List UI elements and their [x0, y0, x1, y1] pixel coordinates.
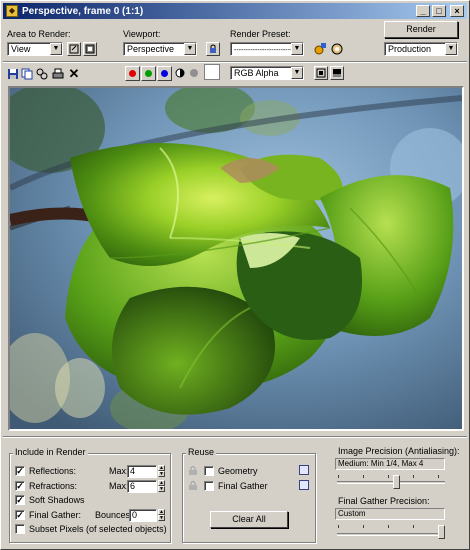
reflections-label: Reflections: — [29, 466, 77, 476]
refractions-max-label: Max: — [109, 481, 129, 491]
slider-tick — [413, 475, 414, 478]
refractions-max-input[interactable]: 6 — [127, 480, 157, 493]
window-title: Perspective, frame 0 (1:1) — [22, 5, 144, 17]
reuse-final-gather-checkbox[interactable] — [204, 481, 214, 491]
viewport-dropdown[interactable]: Perspective ▼ — [123, 42, 197, 56]
image-precision-slider[interactable] — [337, 481, 445, 484]
production-value: Production — [388, 44, 432, 54]
render-frame-window: ◆ Perspective, frame 0 (1:1) _ □ × Area … — [0, 0, 470, 550]
color-swatch[interactable] — [204, 64, 220, 80]
reflections-checkbox[interactable]: ✓ — [15, 466, 25, 476]
copy-icon[interactable] — [20, 67, 34, 81]
minimize-button[interactable]: _ — [416, 5, 430, 17]
clear-all-button[interactable]: Clear All — [210, 511, 288, 528]
chevron-down-icon: ▼ — [445, 43, 457, 55]
slider-tick — [338, 475, 339, 478]
bounces-label: Bounces: — [95, 510, 133, 520]
toolbar-divider — [3, 61, 467, 63]
render-preset-dropdown[interactable]: ----------------------------- ▼ — [230, 42, 304, 56]
bounces-input[interactable]: 0 — [129, 509, 157, 522]
display-channel-dropdown[interactable]: RGB Alpha ▼ — [230, 66, 304, 80]
image-precision-slider-thumb[interactable] — [393, 475, 400, 489]
teapot-icon: ◆ — [6, 5, 18, 17]
slider-tick — [338, 525, 339, 528]
monochrome-icon[interactable] — [187, 66, 201, 80]
environment-icon[interactable] — [330, 42, 344, 56]
red-channel-toggle[interactable] — [125, 66, 140, 81]
red-channel-icon — [129, 70, 136, 77]
clone-window-icon[interactable] — [35, 67, 49, 81]
auto-region-icon[interactable] — [83, 42, 97, 56]
area-to-render-label: Area to Render: — [7, 29, 71, 39]
rendered-image[interactable] — [8, 86, 464, 431]
soft-shadows-label: Soft Shadows — [29, 495, 85, 505]
viewport-value: Perspective — [127, 44, 175, 54]
maximize-button[interactable]: □ — [432, 5, 446, 17]
render-setup-icon[interactable] — [313, 42, 327, 56]
toggle-ui-icon[interactable] — [330, 66, 344, 80]
slider-tick — [363, 475, 364, 478]
include-in-render-title: Include in Render — [13, 447, 88, 457]
save-icon[interactable] — [6, 67, 20, 81]
slider-tick — [413, 525, 414, 528]
subset-pixels-checkbox[interactable] — [15, 524, 25, 534]
bounces-spinner[interactable]: ▲ ▼ — [158, 509, 165, 521]
edit-region-icon[interactable] — [67, 42, 81, 56]
geometry-cache-icon[interactable] — [299, 465, 309, 475]
final-gather-precision-title: Final Gather Precision: — [338, 496, 430, 506]
soft-shadows-checkbox[interactable]: ✓ — [15, 495, 25, 505]
reuse-title: Reuse — [186, 447, 217, 457]
slider-tick — [388, 525, 389, 528]
final-gather-precision-slider-thumb[interactable] — [438, 525, 445, 539]
final-gather-cache-icon[interactable] — [299, 480, 309, 490]
render-preset-label: Render Preset: — [230, 29, 291, 39]
chevron-down-icon: ▼ — [291, 67, 303, 79]
render-button[interactable]: Render — [384, 21, 458, 38]
green-channel-toggle[interactable] — [141, 66, 156, 81]
production-dropdown[interactable]: Production ▼ — [384, 42, 458, 56]
reuse-geometry-checkbox[interactable] — [204, 466, 214, 476]
refractions-checkbox[interactable]: ✓ — [15, 481, 25, 491]
leaf-photo-image — [10, 88, 462, 429]
refractions-max-spinner[interactable]: ▲ ▼ — [158, 480, 165, 492]
lock-viewport-icon[interactable] — [206, 42, 220, 56]
toggle-ui-overlay-icon[interactable] — [314, 66, 328, 80]
final-gather-precision-value: Custom — [335, 508, 445, 520]
image-precision-value: Medium: Min 1/4, Max 4 — [335, 458, 445, 470]
blue-channel-toggle[interactable] — [157, 66, 172, 81]
alpha-channel-icon[interactable] — [173, 66, 187, 80]
image-precision-title: Image Precision (Antialiasing): — [338, 446, 460, 456]
reuse-final-gather-label: Final Gather — [218, 481, 268, 491]
chevron-down-icon: ▼ — [50, 43, 62, 55]
slider-tick — [363, 525, 364, 528]
chevron-down-icon: ▼ — [184, 43, 196, 55]
refractions-label: Refractions: — [29, 481, 78, 491]
print-icon[interactable] — [51, 67, 65, 81]
slider-tick — [438, 475, 439, 478]
lock-icon — [188, 465, 198, 476]
channel-value: RGB Alpha — [234, 68, 279, 78]
reflections-max-spinner[interactable]: ▲ ▼ — [158, 465, 165, 477]
final-gather-label: Final Gather: — [29, 510, 82, 520]
viewport-label: Viewport: — [123, 29, 161, 39]
reflections-max-label: Max: — [109, 466, 129, 476]
reflections-max-input[interactable]: 4 — [127, 465, 157, 478]
slider-tick — [388, 475, 389, 478]
final-gather-checkbox[interactable]: ✓ — [15, 510, 25, 520]
panel-divider — [3, 436, 467, 438]
clear-icon[interactable]: ✕ — [67, 66, 81, 81]
area-to-render-dropdown[interactable]: View ▼ — [7, 42, 63, 56]
green-channel-icon — [145, 70, 152, 77]
blue-channel-icon — [161, 70, 168, 77]
subset-pixels-label: Subset Pixels (of selected objects) — [29, 524, 167, 534]
final-gather-precision-slider[interactable] — [337, 533, 445, 536]
close-button[interactable]: × — [450, 5, 464, 17]
chevron-down-icon: ▼ — [291, 43, 303, 55]
lock-icon — [188, 480, 198, 491]
reuse-geometry-label: Geometry — [218, 466, 258, 476]
area-to-render-value: View — [11, 44, 31, 54]
title-bar[interactable]: ◆ Perspective, frame 0 (1:1) _ □ × — [3, 3, 467, 19]
